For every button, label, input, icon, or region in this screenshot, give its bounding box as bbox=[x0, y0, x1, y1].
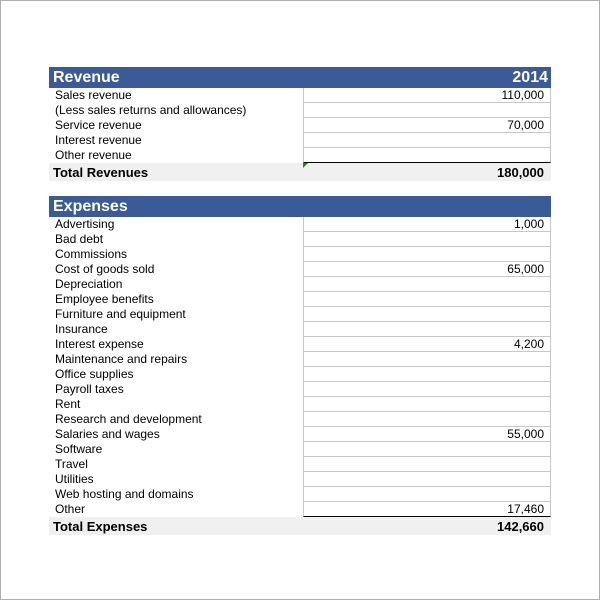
revenue-item-label: Other revenue bbox=[55, 148, 132, 162]
expense-item-value-cell[interactable] bbox=[303, 232, 551, 247]
expense-item-row: Cost of goods sold 65,000 bbox=[49, 262, 551, 277]
expense-item-label: Employee benefits bbox=[55, 292, 154, 306]
expense-item-label: Cost of goods sold bbox=[55, 262, 155, 276]
expense-item-label: Rent bbox=[55, 397, 81, 411]
expense-item-row: Office supplies bbox=[49, 367, 551, 382]
expense-item-value-cell[interactable] bbox=[303, 412, 551, 427]
revenue-item-label: (Less sales returns and allowances) bbox=[55, 103, 247, 117]
expense-item-value-cell[interactable] bbox=[303, 277, 551, 292]
revenue-title: Revenue bbox=[53, 68, 120, 86]
expenses-section: Expenses Advertising 1,000 Bad debt Commiss… bbox=[49, 196, 551, 535]
expense-item-value-cell[interactable] bbox=[303, 457, 551, 472]
expense-item-label: Salaries and wages bbox=[55, 427, 160, 441]
expense-item-value-cell[interactable]: 4,200 bbox=[303, 337, 551, 352]
expense-item-row: Rent bbox=[49, 397, 551, 412]
total-expenses-label: Total Expenses bbox=[53, 518, 148, 534]
expense-item-row: Salaries and wages 55,000 bbox=[49, 427, 551, 442]
expense-item-value-cell[interactable] bbox=[303, 307, 551, 322]
revenue-item-label: Sales revenue bbox=[55, 88, 132, 102]
expense-item-value-cell[interactable] bbox=[303, 442, 551, 457]
expense-item-label: Furniture and equipment bbox=[55, 307, 186, 321]
expense-item-row: Software bbox=[49, 442, 551, 457]
total-expenses-value[interactable]: 142,660 bbox=[497, 519, 544, 534]
expense-item-value-cell[interactable]: 65,000 bbox=[303, 262, 551, 277]
expense-item-row: Insurance bbox=[49, 322, 551, 337]
expense-item-value-cell[interactable] bbox=[303, 487, 551, 502]
expense-item-label: Insurance bbox=[55, 322, 108, 336]
expense-item-row: Payroll taxes bbox=[49, 382, 551, 397]
expense-item-label: Other bbox=[55, 502, 86, 516]
expense-item-row: Interest expense 4,200 bbox=[49, 337, 551, 352]
expense-item-label: Software bbox=[55, 442, 103, 456]
expense-item-value-cell[interactable] bbox=[303, 382, 551, 397]
expense-item-value-cell[interactable] bbox=[303, 292, 551, 307]
expense-item-label: Research and development bbox=[55, 412, 202, 426]
expense-item-value-cell[interactable] bbox=[303, 397, 551, 412]
expenses-title: Expenses bbox=[53, 197, 128, 215]
expense-item-value-cell[interactable]: 1,000 bbox=[303, 217, 551, 232]
revenue-item-row: Service revenue 70,000 bbox=[49, 118, 551, 133]
expense-item-value-cell[interactable] bbox=[303, 472, 551, 487]
expense-item-value-cell[interactable]: 17,460 bbox=[303, 502, 551, 517]
expense-item-label: Utilities bbox=[55, 472, 94, 486]
expense-item-row: Furniture and equipment bbox=[49, 307, 551, 322]
expense-item-row: Maintenance and repairs bbox=[49, 352, 551, 367]
expense-item-value-cell[interactable] bbox=[303, 247, 551, 262]
revenue-item-row: Sales revenue 110,000 bbox=[49, 88, 551, 103]
revenue-item-value-cell[interactable]: 110,000 bbox=[303, 88, 551, 103]
expense-item-label: Advertising bbox=[55, 217, 115, 231]
expense-item-value-cell[interactable]: 55,000 bbox=[303, 427, 551, 442]
expense-item-row: Research and development bbox=[49, 412, 551, 427]
year-label: 2014 bbox=[512, 68, 548, 86]
expense-item-label: Bad debt bbox=[55, 232, 104, 246]
expense-item-label: Interest expense bbox=[55, 337, 144, 351]
revenue-item-label: Service revenue bbox=[55, 118, 142, 132]
expense-item-row: Utilities bbox=[49, 472, 551, 487]
total-expenses-row: Total Expenses 142,660 bbox=[49, 517, 551, 535]
revenue-item-label: Interest revenue bbox=[55, 133, 142, 147]
expense-item-label: Office supplies bbox=[55, 367, 134, 381]
revenue-item-row: (Less sales returns and allowances) bbox=[49, 103, 551, 118]
expense-item-value-cell[interactable] bbox=[303, 352, 551, 367]
expense-item-value-cell[interactable] bbox=[303, 367, 551, 382]
expense-item-row: Commissions bbox=[49, 247, 551, 262]
expense-item-label: Depreciation bbox=[55, 277, 123, 291]
total-revenues-label: Total Revenues bbox=[53, 164, 149, 180]
expense-item-label: Payroll taxes bbox=[55, 382, 124, 396]
expense-item-row: Other 17,460 bbox=[49, 502, 551, 517]
expense-item-row: Web hosting and domains bbox=[49, 487, 551, 502]
revenue-item-value-cell[interactable]: 70,000 bbox=[303, 118, 551, 133]
revenue-item-row: Interest revenue bbox=[49, 133, 551, 148]
revenue-item-row: Other revenue bbox=[49, 148, 551, 163]
expense-item-label: Web hosting and domains bbox=[55, 487, 194, 501]
expense-item-label: Commissions bbox=[55, 247, 128, 261]
expense-item-label: Travel bbox=[55, 457, 88, 471]
revenue-item-value-cell[interactable] bbox=[303, 133, 551, 148]
expense-item-label: Maintenance and repairs bbox=[55, 352, 188, 366]
expense-item-row: Travel bbox=[49, 457, 551, 472]
revenue-header: Revenue 2014 bbox=[49, 67, 551, 88]
expense-item-row: Advertising 1,000 bbox=[49, 217, 551, 232]
expenses-header: Expenses bbox=[49, 196, 551, 217]
expense-item-row: Depreciation bbox=[49, 277, 551, 292]
total-revenues-value[interactable]: 180,000 bbox=[497, 165, 544, 180]
total-revenues-row: Total Revenues 180,000 bbox=[49, 163, 551, 181]
revenue-item-value-cell[interactable] bbox=[303, 103, 551, 118]
expense-item-value-cell[interactable] bbox=[303, 322, 551, 337]
revenue-item-value-cell[interactable] bbox=[303, 148, 551, 163]
revenue-section: Revenue 2014 Sales revenue 110,000 (Less s… bbox=[49, 67, 551, 181]
expense-item-row: Employee benefits bbox=[49, 292, 551, 307]
cell-comment-marker-icon bbox=[303, 163, 308, 168]
expense-item-row: Bad debt bbox=[49, 232, 551, 247]
